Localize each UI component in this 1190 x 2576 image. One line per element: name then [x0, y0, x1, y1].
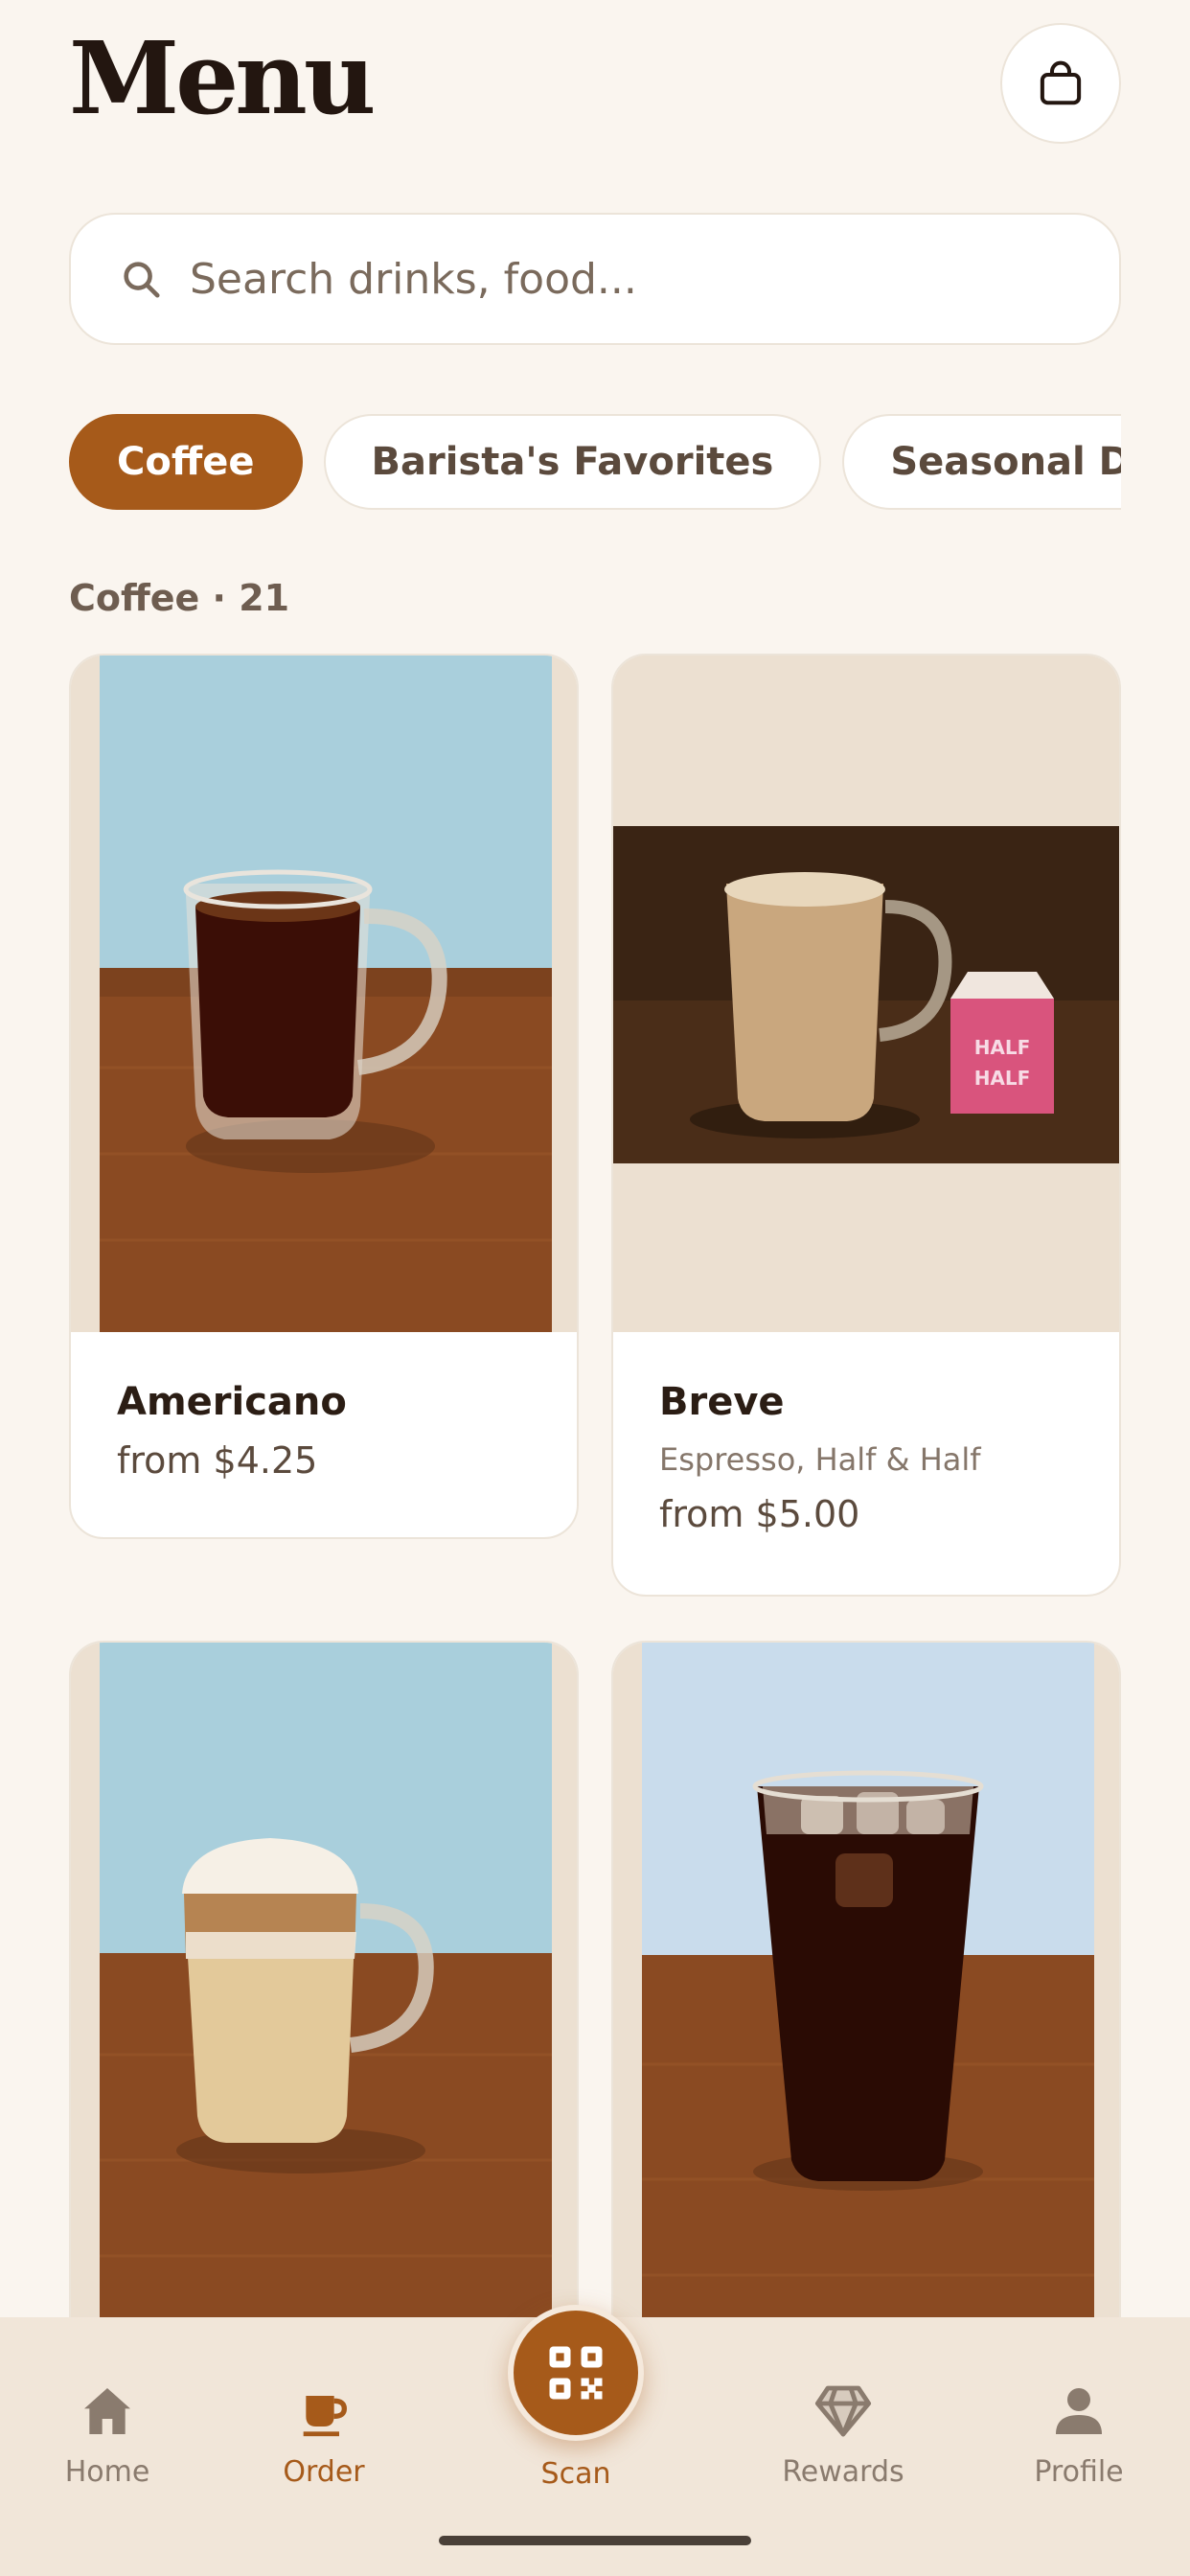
tab-label: Order — [283, 2455, 365, 2489]
chip-baristas-favorites[interactable]: Barista's Favorites — [323, 414, 822, 510]
home-icon — [84, 2388, 130, 2434]
carton-label-2: HALF — [974, 1067, 1031, 1090]
product-name: Americano — [117, 1380, 347, 1424]
section-title: Coffee · 21 — [69, 577, 290, 619]
search-placeholder: Search drinks, food... — [190, 254, 637, 304]
product-card-breve[interactable]: HALF HALF Breve Espresso, Half & Half fr… — [611, 654, 1121, 1597]
tab-label: Profile — [1034, 2455, 1124, 2489]
product-card-latte[interactable] — [69, 1641, 579, 2369]
chip-seasonal-drinks[interactable]: Seasonal Drinks — [842, 414, 1121, 510]
home-indicator — [439, 2536, 751, 2545]
latte-image — [71, 1643, 577, 2319]
shopping-bag-icon — [1040, 60, 1082, 105]
product-card-iced-coffee[interactable] — [611, 1641, 1121, 2369]
americano-image — [71, 656, 577, 1332]
product-price: from $5.00 — [659, 1493, 860, 1535]
tab-rewards[interactable]: Rewards — [767, 2380, 920, 2489]
product-name: Breve — [659, 1380, 785, 1424]
tab-order[interactable]: Order — [247, 2380, 400, 2489]
scan-label: Scan — [540, 2457, 611, 2491]
product-price: from $4.25 — [117, 1439, 318, 1482]
search-input[interactable]: Search drinks, food... — [69, 213, 1121, 345]
tab-home[interactable]: Home — [31, 2380, 184, 2489]
chip-coffee[interactable]: Coffee — [69, 414, 303, 510]
diamond-icon — [814, 2385, 872, 2437]
coffee-cup-icon — [303, 2396, 348, 2437]
profile-icon — [1056, 2388, 1102, 2434]
product-description: Espresso, Half & Half — [659, 1441, 981, 1478]
page-title: Menu — [69, 19, 377, 137]
breve-image: HALF HALF — [613, 656, 1119, 1332]
tab-label: Rewards — [782, 2455, 904, 2489]
iced-coffee-image — [613, 1643, 1119, 2319]
tab-profile[interactable]: Profile — [1002, 2380, 1156, 2489]
scan-button[interactable] — [508, 2305, 644, 2441]
search-icon — [124, 262, 160, 298]
tab-label: Home — [64, 2455, 150, 2489]
carton-label: HALF — [974, 1036, 1031, 1059]
qr-code-icon — [549, 2346, 603, 2400]
cart-button[interactable] — [1000, 23, 1121, 144]
category-chips: CoffeeBarista's FavoritesSeasonal Drinks — [69, 414, 1121, 510]
product-card-americano[interactable]: Americano from $4.25 — [69, 654, 579, 1539]
